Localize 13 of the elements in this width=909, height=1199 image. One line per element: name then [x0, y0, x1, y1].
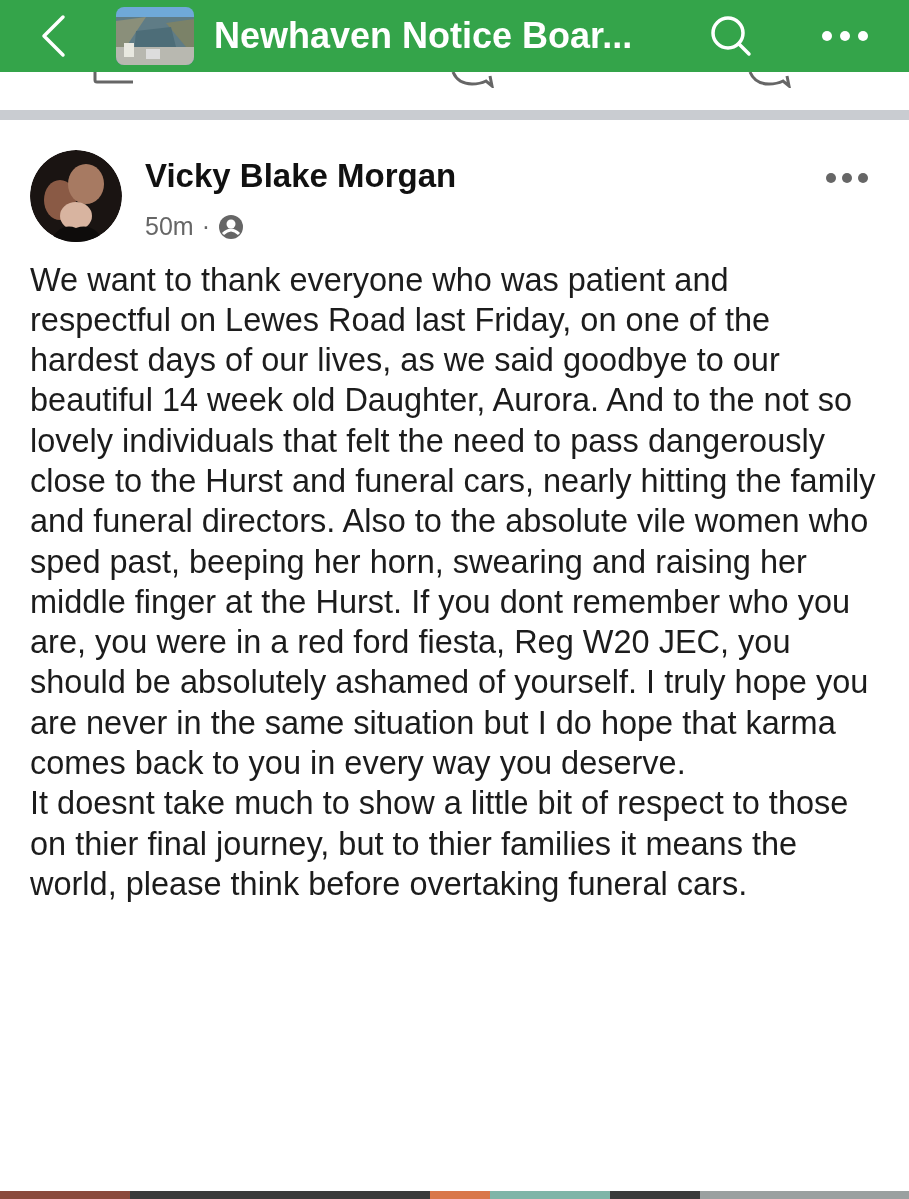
search-icon[interactable] [709, 14, 753, 58]
post-time[interactable]: 50m [145, 208, 194, 246]
more-icon[interactable] [821, 30, 869, 42]
post-text: It doesnt take much to show a little bit of respect to those on thier final journey, but to thier families it means the world, please think before overtaking funeral cars. [30, 784, 850, 904]
back-icon[interactable] [40, 14, 66, 58]
members-icon [217, 213, 244, 240]
separator-dot: · [201, 211, 210, 242]
group-icon[interactable] [116, 7, 194, 65]
group-title[interactable]: Newhaven Notice Boar... [214, 9, 633, 63]
author-name[interactable]: Vicky Blake Morgan [145, 156, 457, 196]
avatar[interactable] [30, 150, 122, 242]
post-text: We want to thank everyone who was patient and respectful on Lewes Road last Friday, on one of the hardest days of our lives, as we said goodbye to our beautiful 14 week old Daughter, Aurora. And to the not so lovely individuals that felt the need to pass dangerously close to the Hurst and funeral cars, nearly hitting the family and funeral directors. Also to the absolute vile women who sped past, beeping her horn, swearing and raising her middle finger at the Hurst. If you dont remember who you are, you were in a red ford fiesta, Reg W20 JEC, you should be absolutely ashamed of yourself. I truly hope you are never in the same situation but I do hope that karma comes back to you in every way you deserve. [30, 260, 877, 784]
more-icon[interactable] [825, 172, 869, 184]
